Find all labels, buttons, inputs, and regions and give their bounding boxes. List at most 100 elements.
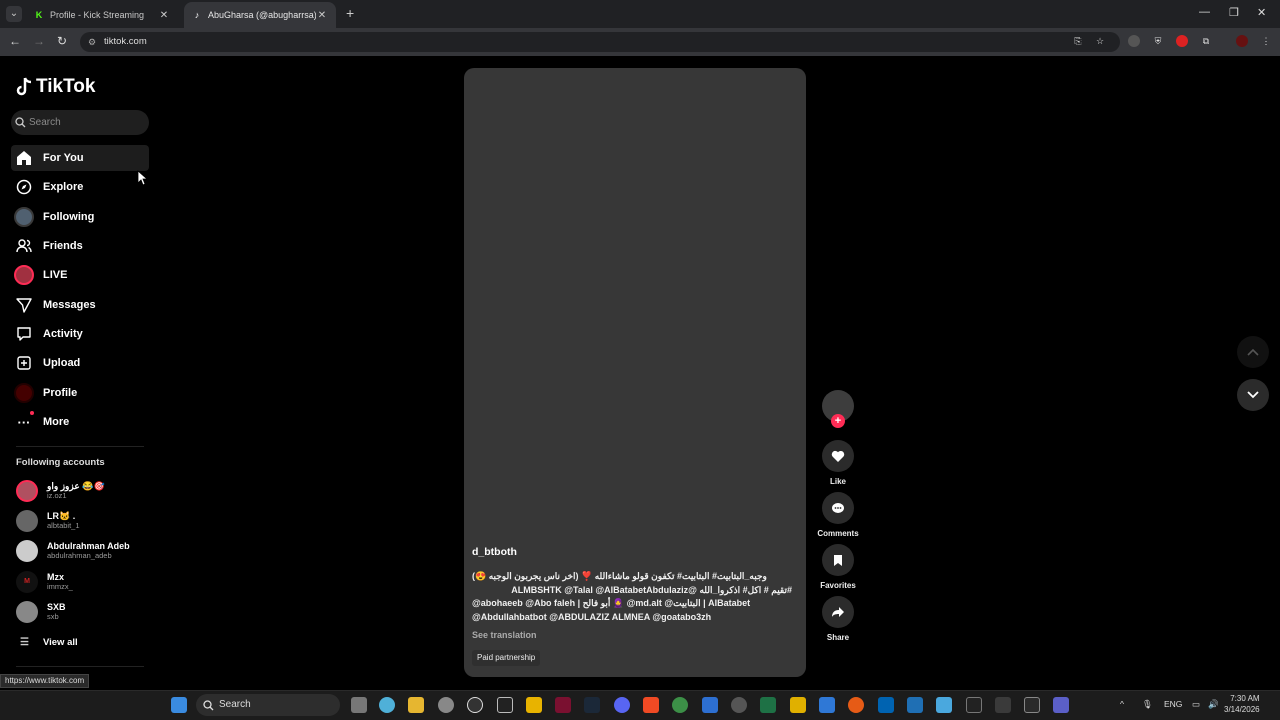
close-tab-icon[interactable]: ✕	[158, 10, 170, 21]
clock-time: 7:30 AM	[1230, 694, 1260, 703]
epic-games-icon[interactable]	[497, 697, 513, 713]
avatar-icon	[12, 205, 36, 229]
windows-start-icon[interactable]	[171, 697, 187, 713]
favorites-button[interactable]	[822, 544, 854, 576]
excel-icon[interactable]	[760, 697, 776, 713]
install-app-icon[interactable]: ⎘	[1072, 35, 1084, 47]
comment-icon	[832, 502, 844, 513]
tab-title: AbuGharsa (@abugharrsa) | Tik	[208, 10, 316, 20]
restore-icon[interactable]: ❐	[1229, 6, 1239, 19]
capcut-icon[interactable]	[966, 697, 982, 713]
account-item[interactable]: SXB sxb	[16, 599, 156, 625]
comments-button[interactable]	[822, 492, 854, 524]
like-button[interactable]	[822, 440, 854, 472]
nav-for-you[interactable]: For You	[11, 145, 149, 171]
see-translation-link[interactable]: See translation	[472, 630, 537, 640]
shield-extension-icon[interactable]: ⛨	[1152, 35, 1164, 47]
more-dots-icon: ···	[12, 410, 36, 434]
chevron-up-icon	[1247, 348, 1259, 356]
app-circle-icon[interactable]	[731, 697, 747, 713]
volume-icon[interactable]: 🔊	[1208, 699, 1219, 710]
store-icon[interactable]	[878, 697, 894, 713]
extensions-puzzle-icon[interactable]: ⧉	[1200, 35, 1212, 47]
follow-plus-icon[interactable]: +	[831, 414, 845, 428]
new-tab-button[interactable]: +	[346, 6, 354, 20]
tab-kick[interactable]: K Profile - Kick Streaming ✕	[26, 2, 178, 28]
back-icon[interactable]: ←	[9, 34, 21, 48]
bookmark-star-icon[interactable]: ☆	[1094, 35, 1106, 47]
nav-upload[interactable]: Upload	[11, 350, 149, 376]
steam-icon[interactable]	[584, 697, 600, 713]
taskbar-search[interactable]: Search	[196, 694, 340, 716]
account-item[interactable]: عزوز واو 😂🎯 iz.oz1	[16, 478, 156, 504]
description-line: @abohaeeb @Abo faleh | أبو فالح 🧕 @md.al…	[472, 598, 751, 608]
close-tab-icon[interactable]: ✕	[316, 10, 328, 21]
app-yellow-icon[interactable]	[790, 697, 806, 713]
address-bar[interactable]: ⚙ tiktok.com	[80, 32, 1120, 52]
account-handle: sxb	[47, 612, 59, 621]
extension-icon[interactable]	[1128, 35, 1140, 47]
nav-live[interactable]: LIVE	[11, 262, 149, 288]
app-gray-icon[interactable]	[995, 697, 1011, 713]
account-item[interactable]: M Mzx immzx_	[16, 569, 156, 595]
notepad-icon[interactable]	[936, 697, 952, 713]
nav-friends[interactable]: Friends	[11, 233, 149, 259]
account-handle: abdulrahman_adeb	[47, 551, 112, 560]
settings-icon[interactable]	[438, 697, 454, 713]
following-accounts-title: Following accounts	[16, 457, 105, 468]
video-author[interactable]: d_btboth	[472, 546, 517, 558]
profile-avatar-browser-icon[interactable]	[1236, 35, 1248, 47]
site-info-icon[interactable]: ⚙	[88, 32, 96, 52]
reload-icon[interactable]: ↻	[57, 34, 67, 48]
rockstar-icon[interactable]	[526, 697, 542, 713]
language-indicator[interactable]: ENG	[1164, 699, 1182, 709]
nav-messages[interactable]: Messages	[11, 292, 149, 318]
forward-icon[interactable]: →	[33, 34, 45, 48]
network-icon[interactable]: ▭	[1192, 699, 1200, 710]
minimize-icon[interactable]: —	[1199, 6, 1210, 18]
search-icon	[15, 117, 26, 128]
close-window-icon[interactable]: ✕	[1257, 6, 1266, 19]
taskbar-clock[interactable]: 7:30 AM 3/14/2026	[1224, 693, 1260, 715]
heart-icon	[831, 450, 845, 462]
tab-tiktok[interactable]: ♪ AbuGharsa (@abugharrsa) | Tik ✕	[184, 2, 336, 28]
nav-label: Following	[43, 211, 95, 223]
app-mail-icon[interactable]	[1024, 697, 1040, 713]
brave-icon[interactable]	[643, 697, 659, 713]
tab-search-button[interactable]: ⌄	[6, 6, 22, 22]
previous-video-button[interactable]	[1237, 336, 1269, 368]
nav-more[interactable]: ··· More	[11, 409, 149, 435]
account-name: Abdulrahman Adeb	[47, 541, 130, 551]
nav-following[interactable]: Following	[11, 204, 149, 230]
share-button[interactable]	[822, 596, 854, 628]
copilot-icon[interactable]	[379, 697, 395, 713]
app-orange-icon[interactable]	[848, 697, 864, 713]
discord-icon[interactable]	[614, 697, 630, 713]
app-icon[interactable]	[467, 697, 483, 713]
microphone-icon[interactable]: 🎙	[1142, 699, 1153, 710]
account-item[interactable]: Abdulrahman Adeb abdulrahman_adeb	[16, 538, 156, 564]
tray-chevron-icon[interactable]: ^	[1120, 699, 1124, 709]
search-input[interactable]: Search	[11, 110, 149, 135]
tiktok-note-icon	[16, 77, 32, 96]
file-explorer-icon[interactable]	[408, 697, 424, 713]
account-item[interactable]: LR🐱 . albtabit_1	[16, 508, 156, 534]
tab-title: Profile - Kick Streaming	[50, 10, 145, 20]
account-avatar: M	[16, 571, 38, 593]
next-video-button[interactable]	[1237, 379, 1269, 411]
extension-red-icon[interactable]	[1176, 35, 1188, 47]
tiktok-logo[interactable]: TikTok	[16, 76, 95, 98]
nav-explore[interactable]: Explore	[11, 174, 149, 200]
browser-menu-icon[interactable]: ⋮	[1260, 35, 1272, 47]
bookmark-icon	[834, 554, 842, 566]
app-blue-icon[interactable]	[702, 697, 718, 713]
nav-profile[interactable]: Profile	[11, 380, 149, 406]
chrome-icon[interactable]	[672, 697, 688, 713]
photos-icon[interactable]	[819, 697, 835, 713]
view-all-link[interactable]: ☰ View all	[20, 637, 78, 648]
app-window-icon[interactable]	[907, 697, 923, 713]
nav-activity[interactable]: Activity	[11, 321, 149, 347]
task-view-icon[interactable]	[351, 697, 367, 713]
app-red-icon[interactable]	[555, 697, 571, 713]
teams-icon[interactable]	[1053, 697, 1069, 713]
